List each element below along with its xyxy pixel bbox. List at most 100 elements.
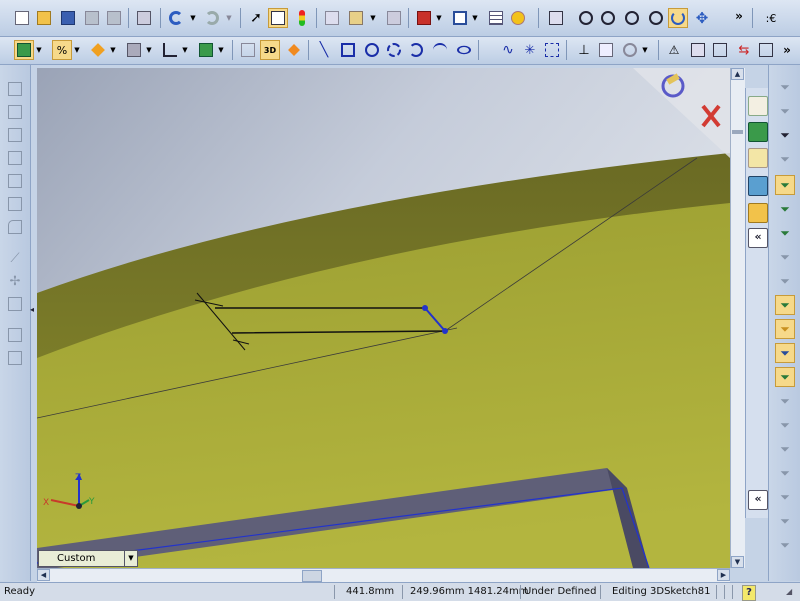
print-button[interactable] [134, 8, 154, 28]
new-document-button[interactable] [12, 8, 32, 28]
home-icon[interactable] [748, 96, 768, 116]
fillet-button[interactable] [5, 217, 25, 237]
toolbox-dropdown[interactable]: ▼ [434, 8, 444, 28]
centerline-button[interactable] [542, 40, 562, 60]
centerpoint-arc-button[interactable] [384, 40, 404, 60]
redo-button[interactable] [202, 8, 222, 28]
folder-icon[interactable] [748, 203, 768, 223]
collapse-task-pane-button-bottom[interactable]: « [748, 490, 768, 510]
filter-planes-icon[interactable]: ⏷ [775, 247, 795, 267]
add-relation-button[interactable]: ⊥ [574, 40, 594, 60]
filter-sketch-points-icon[interactable]: ⏷ [775, 199, 795, 219]
construction-geometry-button[interactable] [620, 40, 640, 60]
reference-point-button[interactable]: ✢ [5, 271, 25, 291]
select-button[interactable]: ➚ [246, 8, 266, 28]
display-relations-button[interactable] [596, 40, 616, 60]
zoom-to-fit-button[interactable] [576, 8, 596, 28]
coordinate-dropdown[interactable]: ▼ [180, 40, 190, 60]
filter-tolerance-icon[interactable]: ⏷ [775, 487, 795, 507]
collapse-task-pane-button[interactable]: « [748, 228, 768, 248]
vertical-scrollbar[interactable]: ▲ ▼ [730, 68, 745, 568]
sketch-dropdown[interactable]: ▼ [34, 40, 44, 60]
paste-button[interactable] [5, 348, 25, 368]
display-dropdown[interactable]: ▼ [216, 40, 226, 60]
sketch-relations-button[interactable] [346, 8, 366, 28]
graphics-viewport[interactable]: Z X Y [37, 68, 730, 568]
filter-annotations-icon[interactable]: ⏷ [775, 319, 795, 339]
selection-filter-button[interactable] [268, 8, 288, 28]
mirror-button[interactable]: ⇆ [734, 40, 754, 60]
3d-sketch-button[interactable] [14, 40, 34, 60]
filter-points-icon[interactable]: ⏷ [775, 343, 795, 363]
filter-sketch-segments-icon[interactable]: ⏷ [775, 175, 795, 195]
panel-resize-handle[interactable]: ◂ [30, 305, 35, 319]
vertical-scroll-thumb[interactable] [732, 130, 743, 134]
make-assembly-button[interactable] [104, 8, 124, 28]
make-drawing-button[interactable] [82, 8, 102, 28]
redo-dropdown[interactable]: ▼ [224, 8, 234, 28]
filter-dimensions-icon[interactable]: ⏷ [775, 223, 795, 243]
filter-icon[interactable]: ⏷ [775, 77, 795, 97]
filter-solids-icon[interactable]: ⏷ [775, 415, 795, 435]
open-button[interactable] [34, 8, 54, 28]
sketch-point[interactable] [442, 328, 448, 334]
rectangle-button[interactable] [338, 40, 358, 60]
features-dropdown[interactable]: ▼ [108, 40, 118, 60]
filter-surfaces-icon[interactable]: ⏷ [775, 391, 795, 411]
mate-button[interactable] [5, 294, 25, 314]
status-help-button[interactable]: ? [742, 585, 756, 601]
view-palette-icon[interactable] [748, 176, 768, 196]
filter-center-marks-icon[interactable]: ⏷ [775, 367, 795, 387]
properties-button[interactable] [486, 8, 506, 28]
design-library-icon[interactable] [748, 122, 768, 142]
filter-cosmetic-icon[interactable]: ⏷ [775, 535, 795, 555]
filter-datum-icon[interactable]: ⏷ [775, 463, 795, 483]
undo-button[interactable] [166, 8, 186, 28]
window-dropdown[interactable]: ▼ [470, 8, 480, 28]
undo-dropdown[interactable]: ▼ [188, 8, 198, 28]
file-explorer-icon[interactable] [748, 148, 768, 168]
rebuild-button[interactable] [292, 8, 312, 28]
filter-axes-icon[interactable]: ⏷ [775, 271, 795, 291]
toolbox-button[interactable] [414, 8, 434, 28]
save-button[interactable] [58, 8, 78, 28]
extruded-boss-button[interactable] [5, 79, 25, 99]
3d-sketch-toggle-button[interactable]: 3D [260, 40, 280, 60]
move-component-button[interactable] [546, 8, 566, 28]
copy-button[interactable] [5, 325, 25, 345]
construction-dropdown[interactable]: ▼ [640, 40, 650, 60]
zoom-to-selection-button[interactable] [646, 8, 666, 28]
sketch-plane-button[interactable] [238, 40, 258, 60]
trim-button[interactable] [710, 40, 730, 60]
smart-dimension-button[interactable]: % [52, 40, 72, 60]
reference-dropdown[interactable]: ▼ [144, 40, 154, 60]
currency-button[interactable]: :€ [760, 8, 782, 28]
window-layout-button[interactable] [450, 8, 470, 28]
scroll-down-button[interactable]: ▼ [731, 556, 744, 568]
revolved-boss-button[interactable] [5, 102, 25, 122]
zoom-in-out-button[interactable] [622, 8, 642, 28]
repair-sketch-button[interactable] [688, 40, 708, 60]
chevron-down-icon[interactable]: ▼ [124, 551, 137, 566]
line-button[interactable]: ╲ [314, 40, 334, 60]
check-sketch-button[interactable]: ⚠ [664, 40, 684, 60]
toolbar2-overflow-button[interactable]: » [780, 40, 794, 60]
circle-button[interactable] [362, 40, 382, 60]
zoom-to-area-button[interactable] [598, 8, 618, 28]
horizontal-scroll-thumb[interactable] [302, 570, 322, 582]
filter-faces-icon[interactable]: ⏷ [775, 125, 795, 145]
three-point-arc-button[interactable] [430, 40, 450, 60]
sketch-point[interactable] [422, 305, 428, 311]
coordinate-system-button[interactable] [160, 40, 180, 60]
options-button[interactable] [322, 8, 342, 28]
pan-button[interactable]: ✥ [692, 8, 712, 28]
features-button[interactable] [88, 40, 108, 60]
toolbar-overflow-button[interactable]: » [732, 6, 746, 26]
swept-boss-button[interactable] [5, 125, 25, 145]
filter-vertices-icon[interactable]: ⏷ [775, 149, 795, 169]
scroll-right-button[interactable]: ▶ [717, 569, 730, 581]
view-display-button[interactable] [196, 40, 216, 60]
spline-button[interactable]: ∿ [498, 40, 518, 60]
rotate-view-button[interactable] [668, 8, 688, 28]
filter-edges-icon[interactable]: ⏷ [775, 101, 795, 121]
